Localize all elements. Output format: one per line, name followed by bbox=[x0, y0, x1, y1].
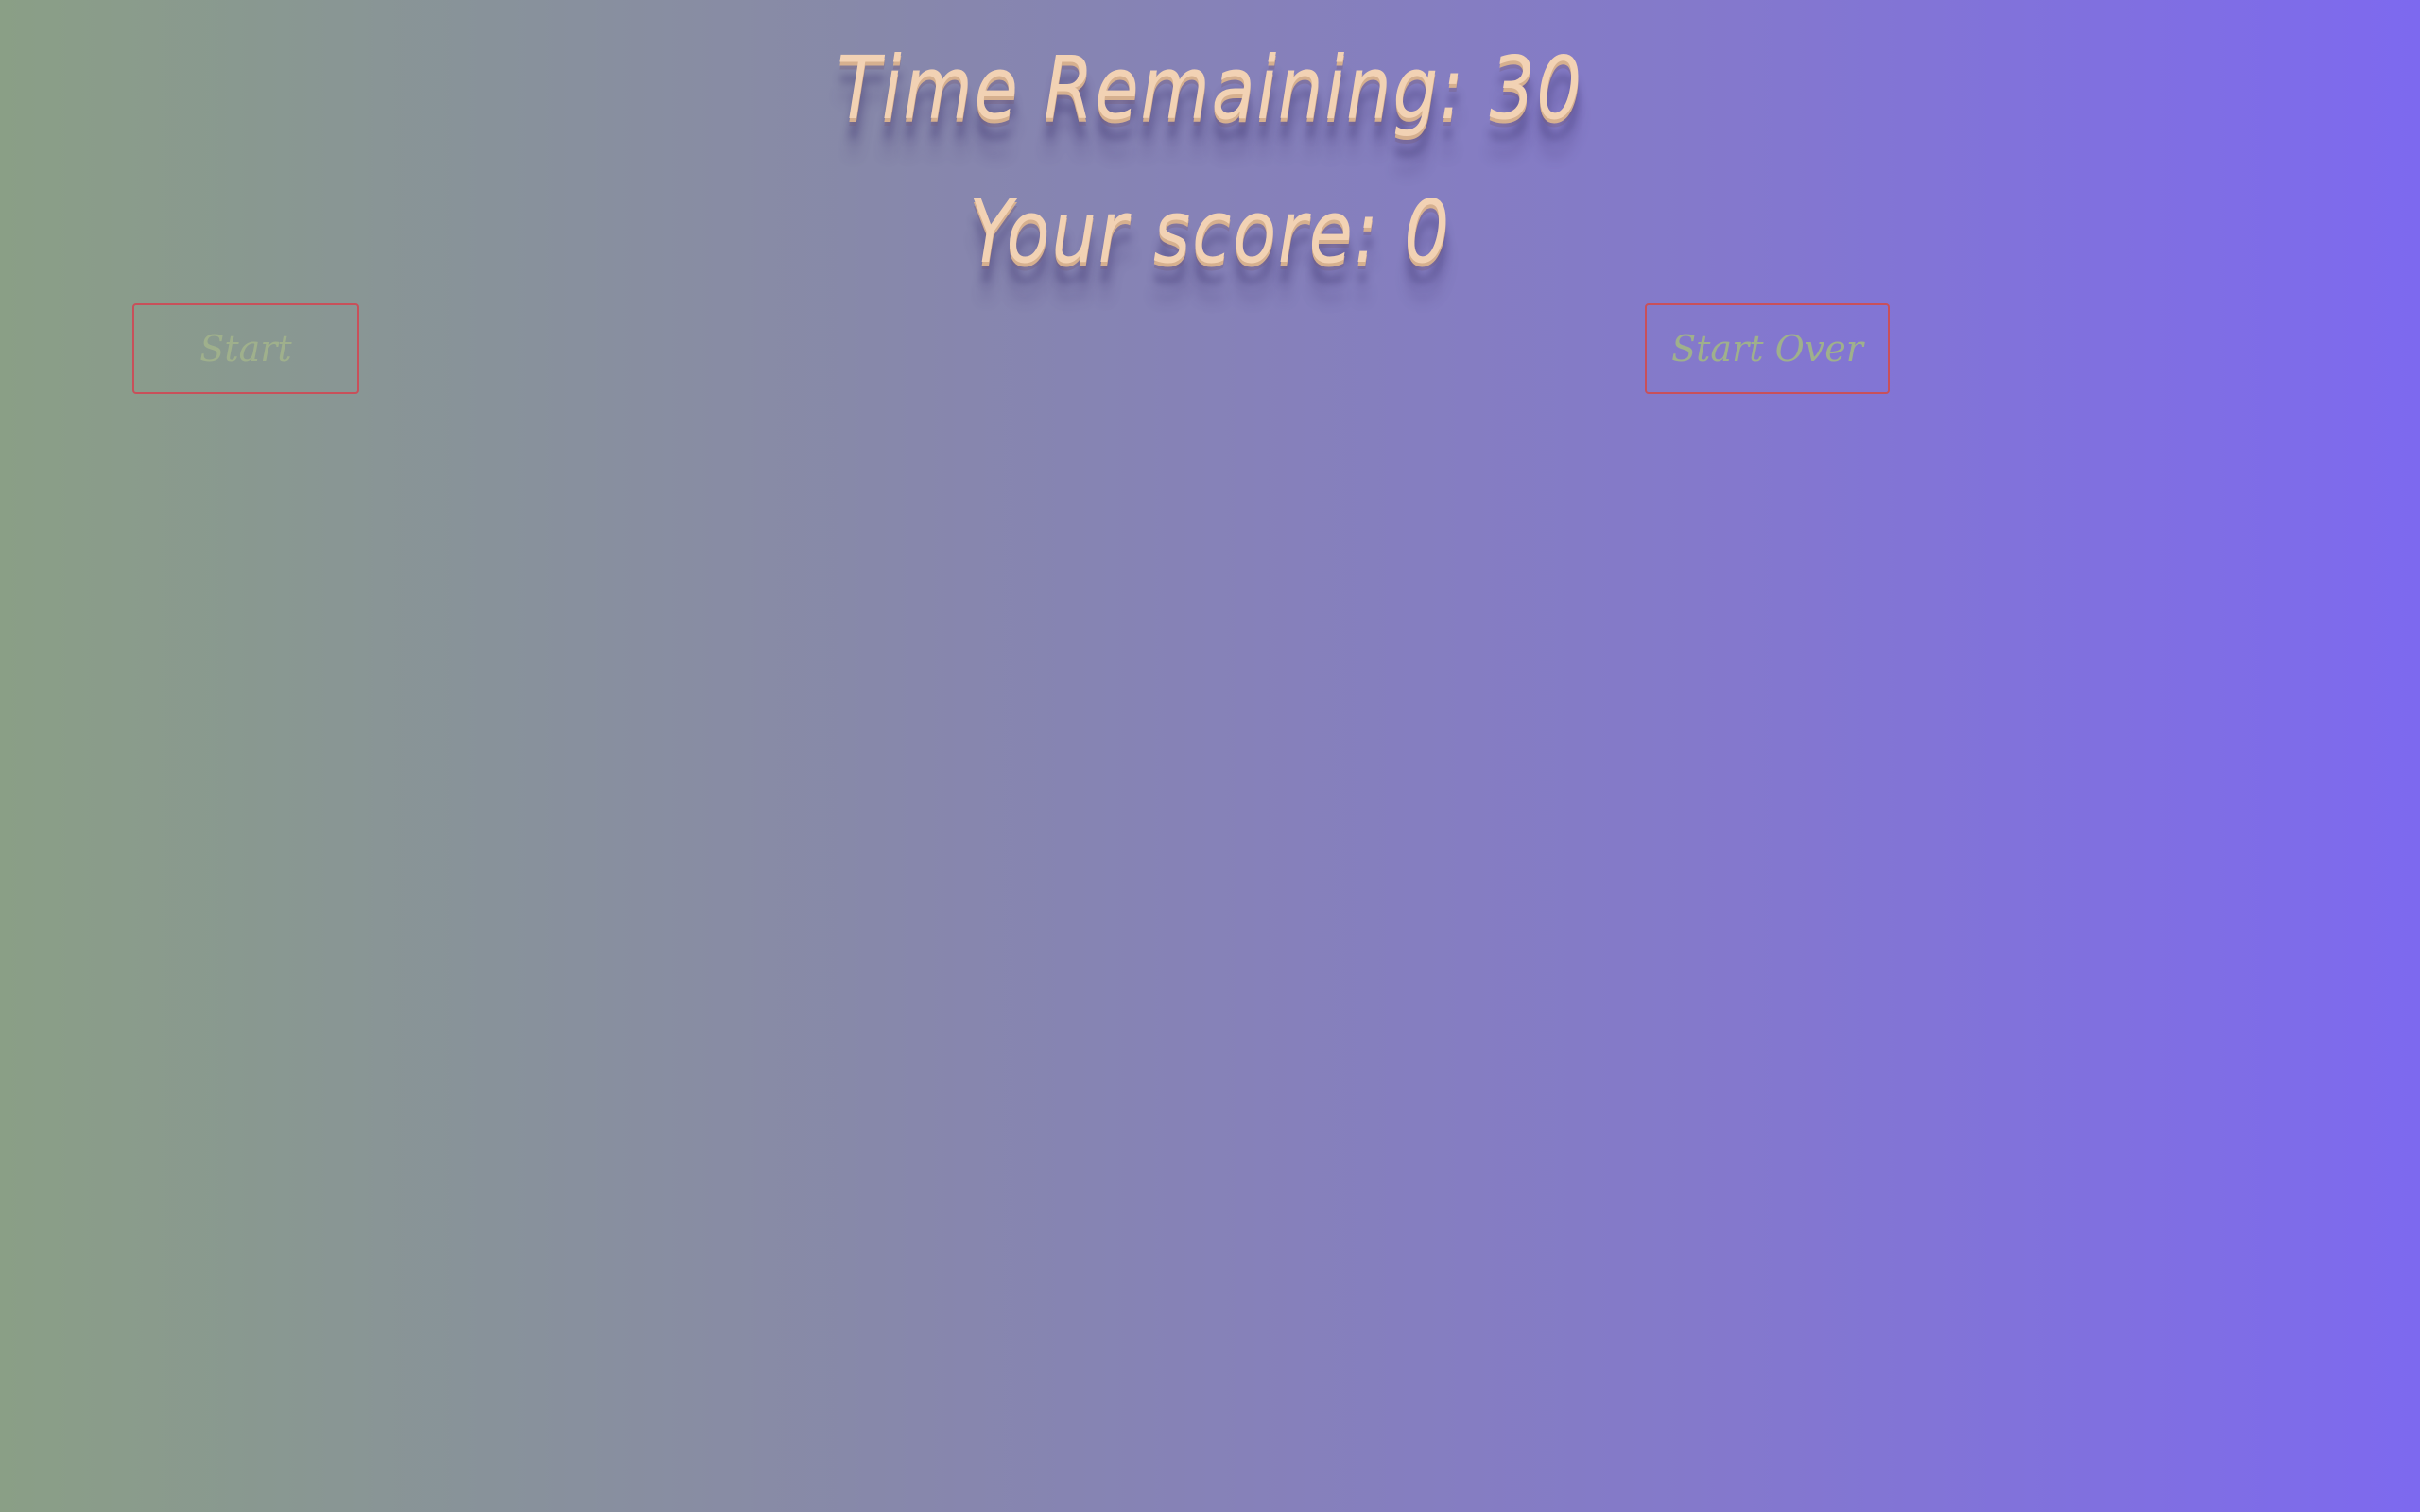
start-over-button[interactable]: Start Over bbox=[1645, 303, 1890, 394]
time-remaining-label: Time Remaining: bbox=[837, 38, 1466, 139]
score-display: Your score: 0 bbox=[217, 181, 2202, 283]
score-value: 0 bbox=[1404, 181, 1451, 283]
time-remaining-value: 30 bbox=[1489, 38, 1583, 139]
start-button[interactable]: Start bbox=[132, 303, 359, 394]
time-remaining-display: Time Remaining: 30 bbox=[217, 38, 2202, 139]
score-label: Your score: bbox=[969, 181, 1380, 283]
